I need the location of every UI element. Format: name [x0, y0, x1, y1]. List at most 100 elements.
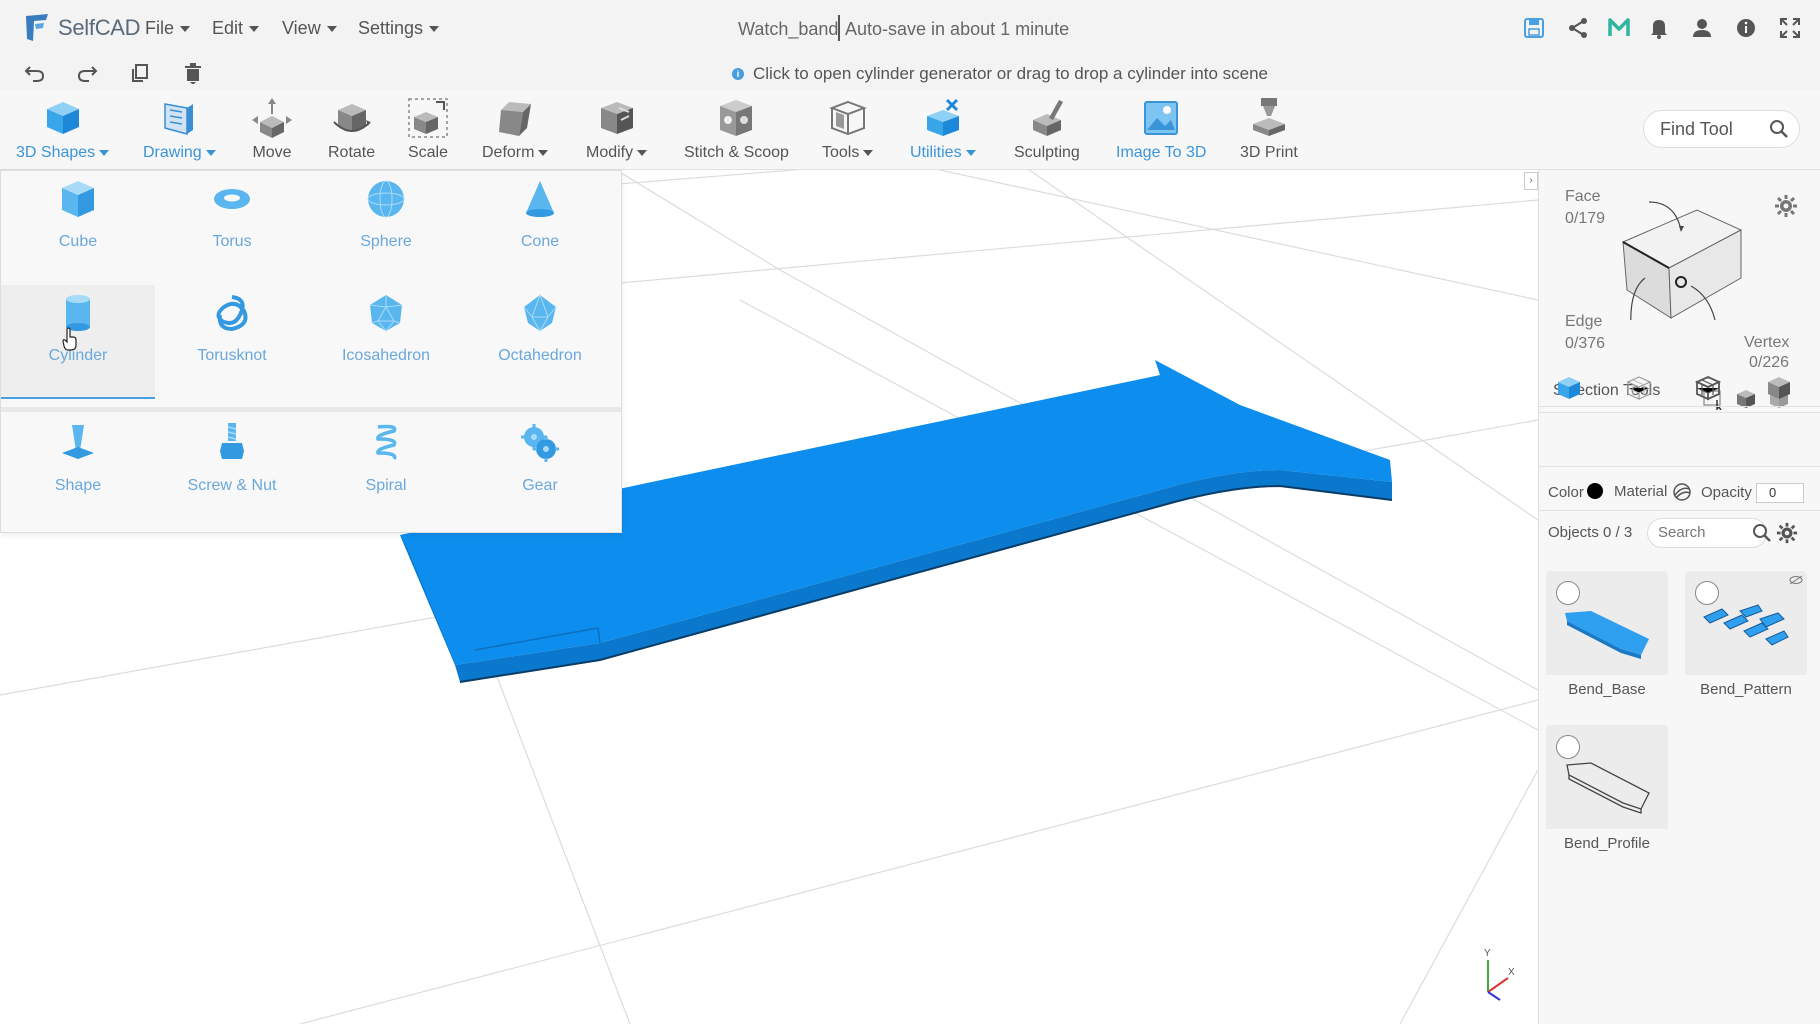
- menu-edit[interactable]: Edit: [212, 18, 260, 39]
- torus-icon: [214, 189, 250, 209]
- chevron-down-icon: [429, 25, 440, 32]
- undo-icon[interactable]: [24, 62, 46, 84]
- chevron-down-icon: [637, 150, 648, 156]
- tool-utilities[interactable]: Utilities: [910, 96, 976, 162]
- tool-stitch-scoop[interactable]: Stitch & Scoop: [684, 96, 789, 162]
- vertex-mode-icon[interactable]: [1765, 374, 1793, 402]
- menu-file[interactable]: File: [145, 18, 191, 39]
- gear-icon: [521, 424, 559, 462]
- trash-icon[interactable]: [182, 62, 204, 84]
- tool-deform[interactable]: Deform: [482, 96, 549, 162]
- objects-search-input[interactable]: Search: [1647, 518, 1767, 548]
- bell-icon[interactable]: [1647, 16, 1671, 40]
- shape-gear[interactable]: Gear: [463, 421, 617, 525]
- chevron-down-icon: [863, 150, 874, 156]
- document-title[interactable]: Watch_band: [738, 19, 838, 40]
- divider: [1538, 510, 1820, 511]
- shape-icosahedron-label: Icosahedron: [341, 347, 431, 364]
- app-name: SelfCAD: [58, 15, 141, 40]
- object-card-bend-pattern[interactable]: Bend_Pattern: [1685, 571, 1807, 705]
- object-card-bend-profile[interactable]: Bend_Profile: [1546, 725, 1668, 859]
- cone-icon: [526, 181, 554, 217]
- tool-drawing[interactable]: Drawing: [143, 96, 216, 162]
- tool-tools[interactable]: Tools: [822, 96, 874, 162]
- selfcad-logo-icon: [26, 14, 48, 41]
- redo-icon[interactable]: [76, 62, 98, 84]
- shape-torusknot[interactable]: Torusknot: [155, 285, 309, 399]
- shape-cube[interactable]: Cube: [1, 177, 155, 281]
- tool-scale[interactable]: Scale: [406, 96, 450, 162]
- tool-modify[interactable]: Modify: [586, 96, 648, 162]
- object-mode-icon[interactable]: [1555, 374, 1583, 402]
- face-mode-icon[interactable]: [1625, 374, 1653, 402]
- settings-gear-icon[interactable]: [1774, 194, 1798, 218]
- shape-sphere[interactable]: Sphere: [309, 177, 463, 281]
- color-swatch[interactable]: [1587, 483, 1603, 499]
- tool-deform-label: Deform: [482, 144, 535, 161]
- hint-bar: i Click to open cylinder generator or dr…: [732, 64, 1268, 84]
- hidden-eye-icon[interactable]: [1789, 575, 1803, 585]
- shape-screw-nut-label: Screw & Nut: [187, 477, 277, 494]
- search-icon[interactable]: [1752, 523, 1772, 543]
- object-name: Bend_Base: [1546, 675, 1668, 705]
- shape-cone[interactable]: Cone: [463, 177, 617, 281]
- shape-screw-nut[interactable]: Screw & Nut: [155, 421, 309, 525]
- shape-torus[interactable]: Torus: [155, 177, 309, 281]
- menu-bar: SelfCAD File Edit View Settings Watch_ba…: [0, 0, 1820, 56]
- cube-icon: [46, 102, 79, 134]
- chevron-down-icon: [965, 150, 976, 156]
- menu-view[interactable]: View: [282, 18, 337, 39]
- shape-octahedron-label: Octahedron: [498, 347, 582, 364]
- tool-stitch-scoop-label: Stitch & Scoop: [684, 144, 789, 161]
- torusknot-icon: [216, 295, 248, 332]
- sculpting-icon: [1032, 100, 1063, 136]
- search-icon[interactable]: [1769, 119, 1789, 139]
- opacity-input[interactable]: 0: [1756, 483, 1804, 503]
- objects-count: Objects 0 / 3: [1548, 524, 1633, 541]
- collapse-panel-button[interactable]: ›: [1524, 172, 1538, 190]
- move-icon: [252, 98, 292, 138]
- chevron-down-icon: [180, 25, 191, 32]
- app-logo[interactable]: SelfCAD: [22, 12, 141, 44]
- tool-3d-shapes-label: 3D Shapes: [16, 144, 96, 161]
- edge-count: 0/376: [1565, 335, 1606, 352]
- tool-sculpting[interactable]: Sculpting: [1014, 96, 1080, 162]
- selection-mode-cube[interactable]: [1609, 190, 1749, 320]
- tool-3d-print[interactable]: 3D Print: [1240, 96, 1298, 162]
- myminifactory-icon[interactable]: [1607, 16, 1631, 40]
- material-icon[interactable]: [1672, 482, 1692, 502]
- cube-icon: [62, 181, 94, 217]
- info-icon[interactable]: [1734, 16, 1758, 40]
- share-icon[interactable]: [1566, 16, 1590, 40]
- vertex-count: 0/226: [1749, 354, 1790, 371]
- object-card-bend-base[interactable]: Bend_Base: [1546, 571, 1668, 705]
- shape-generator[interactable]: Shape: [1, 421, 155, 525]
- shape-generator-icon: [62, 425, 94, 459]
- object-name: Bend_Pattern: [1685, 675, 1807, 705]
- objects-settings-gear-icon[interactable]: [1776, 522, 1798, 544]
- tool-drawing-label: Drawing: [143, 144, 202, 161]
- fullscreen-icon[interactable]: [1778, 16, 1802, 40]
- vertex-label: Vertex: [1744, 334, 1790, 351]
- tool-image-to-3d[interactable]: Image To 3D: [1116, 96, 1206, 162]
- divider: [1539, 406, 1820, 407]
- edge-mode-icon[interactable]: [1694, 374, 1722, 402]
- shape-cylinder[interactable]: Cylinder: [1, 285, 155, 399]
- tool-move[interactable]: Move: [250, 96, 294, 162]
- tool-rotate[interactable]: Rotate: [328, 96, 375, 162]
- tool-3d-shapes[interactable]: 3D Shapes: [16, 96, 110, 162]
- shape-octahedron[interactable]: Octahedron: [463, 285, 617, 399]
- octahedron-icon: [523, 293, 557, 333]
- tool-utilities-label: Utilities: [910, 144, 962, 161]
- user-icon[interactable]: [1690, 16, 1714, 40]
- shape-icosahedron[interactable]: Icosahedron: [309, 285, 463, 399]
- menu-settings[interactable]: Settings: [358, 18, 440, 39]
- shape-torusknot-label: Torusknot: [197, 347, 267, 364]
- shape-spiral[interactable]: Spiral: [309, 421, 463, 525]
- save-icon[interactable]: [1522, 16, 1546, 40]
- find-tool-placeholder: Find Tool: [1660, 118, 1733, 139]
- find-tool-input[interactable]: Find Tool: [1643, 110, 1800, 148]
- menu-divider: [1, 407, 621, 412]
- shape-gear-label: Gear: [522, 477, 558, 494]
- copy-icon[interactable]: [129, 62, 151, 84]
